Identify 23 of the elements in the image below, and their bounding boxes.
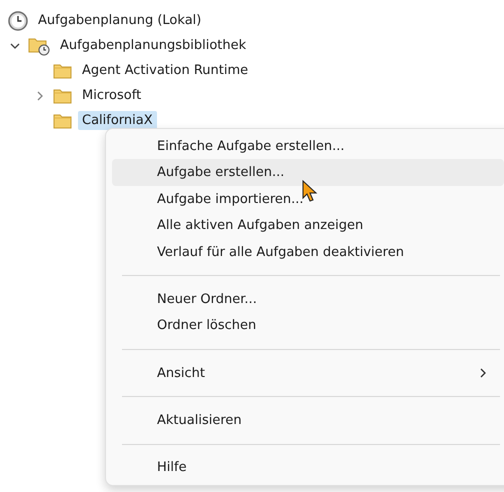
menu-item[interactable]: Hilfe: [112, 454, 504, 482]
tree-item[interactable]: Aufgabenplanung (Lokal): [34, 11, 206, 30]
tree-item[interactable]: Aufgabenplanungsbibliothek: [56, 36, 250, 55]
menu-item[interactable]: Verlauf für alle Aufgaben deaktivieren: [112, 238, 504, 266]
clock-icon: [8, 10, 28, 30]
cursor-icon: [302, 180, 318, 202]
menu-item[interactable]: Ansicht: [112, 360, 504, 386]
tree-item[interactable]: Microsoft: [78, 86, 146, 105]
folder-icon: [53, 112, 72, 128]
menu-item[interactable]: Neuer Ordner...: [112, 286, 504, 313]
folder-icon: [53, 62, 72, 78]
folder-clock-icon: [28, 36, 50, 56]
tree-item[interactable]: Agent Activation Runtime: [78, 61, 252, 80]
menu-item[interactable]: Aktualisieren: [112, 407, 504, 434]
chevron-right-icon[interactable]: [37, 90, 43, 100]
menu-item[interactable]: Aufgabe erstellen...: [112, 159, 504, 186]
menu-item[interactable]: Alle aktiven Aufgaben anzeigen: [112, 212, 504, 239]
folder-icon: [53, 88, 72, 104]
tree-item[interactable]: CaliforniaX: [78, 111, 157, 130]
menu-item[interactable]: Ordner löschen: [112, 312, 504, 340]
menu-item[interactable]: Einfache Aufgabe erstellen...: [112, 133, 504, 160]
menu-item[interactable]: Aufgabe importieren...: [112, 186, 504, 212]
chevron-down-icon[interactable]: [10, 42, 20, 48]
